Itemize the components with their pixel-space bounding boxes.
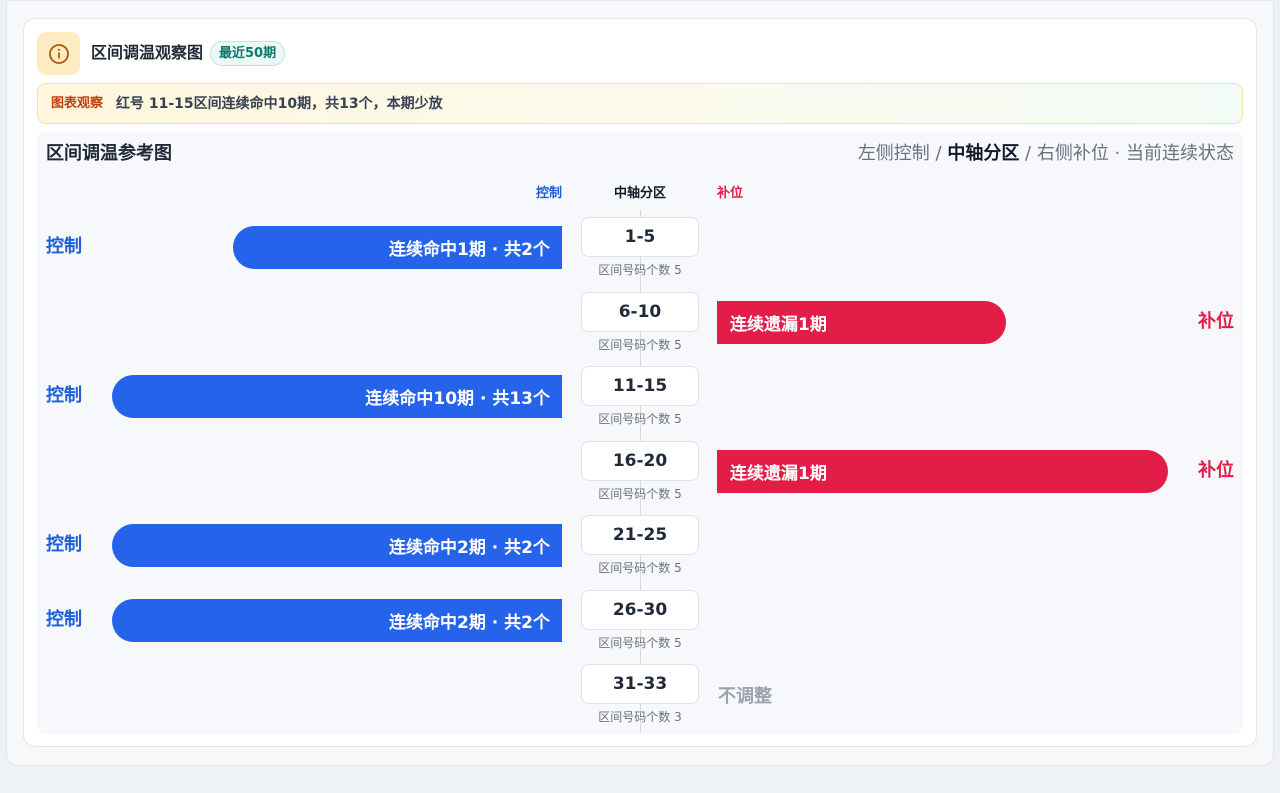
zone-count: 区间号码个数 5: [598, 263, 682, 277]
zone-count: 区间号码个数 5: [598, 561, 682, 575]
zone-range: 16-20: [581, 441, 699, 481]
panel-legend: 左侧控制 / 中轴分区 / 右侧补位 · 当前连续状态: [858, 142, 1234, 166]
notice-tag: 图表观察: [51, 96, 104, 111]
zone-count: 区间号码个数 5: [598, 636, 682, 650]
zone-range: 31-33: [581, 664, 699, 704]
column-head-fill: 补位: [717, 186, 744, 201]
column-head-axis: 中轴分区: [613, 186, 666, 201]
column-head-control: 控制: [535, 186, 562, 201]
control-label: 控制: [46, 534, 82, 555]
zone-range: 26-30: [581, 590, 699, 630]
fill-label: 补位: [1198, 460, 1234, 481]
control-bar: 连续命中10期 · 共13个: [112, 375, 562, 418]
zone-count: 区间号码个数 5: [598, 338, 682, 352]
zone-count: 区间号码个数 3: [598, 710, 682, 724]
chart-notice: 图表观察 红号 11-15区间连续命中10期，共13个，本期少放: [37, 83, 1243, 124]
zone-count: 区间号码个数 5: [598, 487, 682, 501]
fill-label: 补位: [1198, 311, 1234, 332]
control-label: 控制: [46, 609, 82, 630]
control-bar: 连续命中2期 · 共2个: [112, 599, 562, 642]
card-title: 区间调温观察图: [91, 43, 204, 62]
period-badge: 最近50期: [210, 41, 286, 66]
info-icon: [37, 32, 80, 75]
control-bar: 连续命中1期 · 共2个: [233, 226, 562, 269]
zone-range: 11-15: [581, 366, 699, 406]
legend-left: 左侧控制 /: [857, 143, 948, 164]
fill-bar: 连续遗漏1期: [717, 301, 1006, 344]
zone-range: 6-10: [581, 292, 699, 332]
control-bar: 连续命中2期 · 共2个: [112, 524, 562, 567]
legend-mid: 中轴分区: [947, 143, 1020, 164]
no-adjust-label: 不调整: [718, 686, 772, 707]
fill-bar: 连续遗漏1期: [717, 450, 1168, 493]
panel-title: 区间调温参考图: [46, 143, 172, 164]
legend-right: / 右侧补位 · 当前连续状态: [1019, 143, 1234, 164]
notice-text: 红号 11-15区间连续命中10期，共13个，本期少放: [116, 96, 443, 112]
zone-range: 1-5: [581, 217, 699, 257]
control-label: 控制: [46, 236, 82, 257]
zone-range: 21-25: [581, 515, 699, 555]
zone-count: 区间号码个数 5: [598, 412, 682, 426]
control-label: 控制: [46, 385, 82, 406]
